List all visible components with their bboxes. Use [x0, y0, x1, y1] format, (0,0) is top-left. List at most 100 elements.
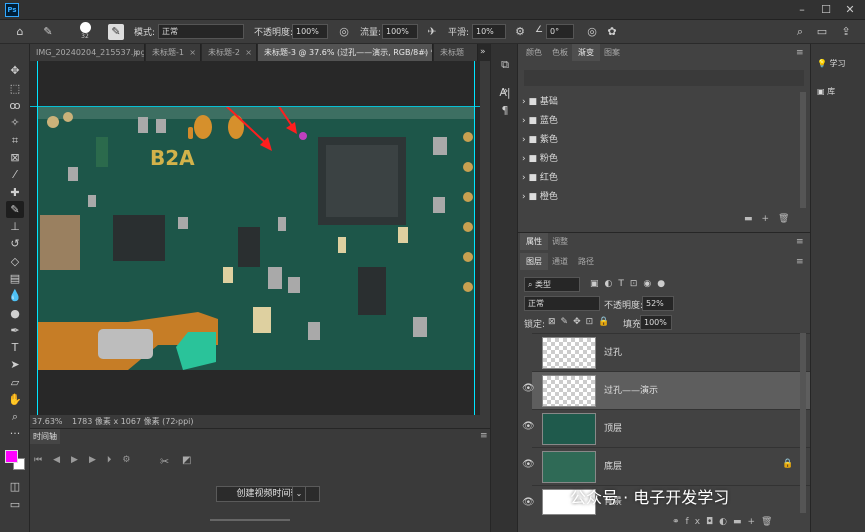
learn-panel-button[interactable]: 💡 学习 — [817, 54, 863, 74]
tab-adjustments[interactable]: 调整 — [546, 233, 574, 250]
minimize-icon[interactable]: – — [792, 2, 812, 18]
brush-settings-icon[interactable]: ✎ — [108, 24, 124, 40]
blur-tool-icon[interactable]: 💧 — [6, 287, 24, 304]
eye-icon[interactable]: 👁 — [522, 383, 536, 394]
character-panel-icon[interactable]: A| — [496, 84, 514, 102]
folder-row[interactable]: › ■ 紫色 — [522, 131, 802, 150]
smoothing-gear-icon[interactable]: ⚙ — [512, 24, 528, 40]
opacity-field[interactable]: 100% — [292, 24, 328, 39]
doc-tab[interactable]: 未标题-2 × — [202, 44, 257, 61]
eyedropper-tool-icon[interactable]: ⁄ — [6, 166, 24, 183]
quick-select-tool-icon[interactable]: ✧ — [6, 114, 24, 131]
chevron-right-icon[interactable]: › — [522, 192, 526, 202]
zoom-tool-icon[interactable]: ⌕ — [6, 408, 24, 425]
panel-menu-icon[interactable]: ≡ — [796, 48, 804, 58]
layer-row[interactable]: 过孔 — [532, 333, 810, 371]
layer-name[interactable]: 过孔 — [604, 345, 622, 358]
eraser-tool-icon[interactable]: ◇ — [6, 253, 24, 270]
panel-footer-icons[interactable]: ▬+🗑 — [744, 214, 798, 224]
status-menu-icon[interactable]: › — [175, 415, 178, 428]
smooth-field[interactable]: 10% — [472, 24, 506, 39]
eye-icon[interactable]: 👁 — [522, 421, 536, 432]
lasso-tool-icon[interactable]: ꝏ — [6, 97, 24, 114]
gradient-tool-icon[interactable]: ▤ — [6, 270, 24, 287]
tab-layers[interactable]: 图层 — [520, 253, 548, 270]
panel-menu-icon[interactable]: ≡ — [480, 431, 488, 441]
tab-color[interactable]: 颜色 — [520, 44, 548, 61]
home-icon[interactable]: ⌂ — [12, 24, 28, 40]
tab-close-icon[interactable]: × — [133, 44, 140, 61]
layer-filter-icons[interactable]: ▣◐T⊡◉● — [590, 279, 671, 289]
chevron-right-icon[interactable]: › — [522, 135, 526, 145]
layers-footer-icons[interactable]: ⚭fx◘◐▬+🗑 — [672, 517, 778, 527]
dodge-tool-icon[interactable]: ● — [6, 305, 24, 322]
doc-tab[interactable]: IMG_20240204_215537.jpg × — [30, 44, 145, 61]
tab-gradients[interactable]: 渐变 — [572, 44, 600, 61]
layer-name[interactable]: 底层 — [604, 459, 622, 472]
tab-paths[interactable]: 路径 — [572, 253, 600, 270]
close-icon[interactable]: ✕ — [840, 2, 860, 18]
panel-scrollbar[interactable] — [800, 92, 806, 208]
chevron-right-icon[interactable]: › — [522, 173, 526, 183]
search-icon[interactable]: ⌕ — [792, 24, 808, 40]
pen-tool-icon[interactable]: ✒ — [6, 322, 24, 339]
layer-name[interactable]: 过孔——演示 — [604, 383, 658, 396]
more-tabs-icon[interactable]: » — [480, 44, 486, 61]
pressure-size-icon[interactable]: ◎ — [584, 24, 600, 40]
path-select-icon[interactable]: ➤ — [6, 356, 24, 373]
doc-tab[interactable]: 未标题-1 × — [146, 44, 201, 61]
airbrush-icon[interactable]: ✈ — [424, 24, 440, 40]
tab-close-icon[interactable]: × — [245, 44, 252, 61]
history-brush-icon[interactable]: ↺ — [6, 235, 24, 252]
quick-mask-icon[interactable]: ◫ — [6, 478, 24, 495]
stamp-tool-icon[interactable]: ⊥ — [6, 218, 24, 235]
marquee-tool-icon[interactable]: ⬚ — [6, 80, 24, 97]
panel-menu-icon[interactable]: ≡ — [796, 237, 804, 247]
eye-icon[interactable]: 👁 — [522, 497, 536, 508]
pressure-opacity-icon[interactable]: ◎ — [336, 24, 352, 40]
chevron-right-icon[interactable]: › — [522, 97, 526, 107]
layer-opacity-field[interactable]: 52% — [642, 296, 674, 311]
crop-tool-icon[interactable]: ⌗ — [6, 132, 24, 149]
tab-properties[interactable]: 属性 — [520, 233, 548, 250]
folder-row[interactable]: › ■ 红色 — [522, 169, 802, 188]
history-icon[interactable]: ⧉ — [496, 56, 514, 74]
healing-brush-icon[interactable]: ✚ — [6, 184, 24, 201]
doc-tab[interactable]: 未标题 — [434, 44, 478, 61]
mode-select[interactable]: 正常 — [158, 24, 244, 39]
screen-mode-icon[interactable]: ▭ — [6, 496, 24, 513]
tab-close-icon[interactable]: × — [189, 44, 196, 61]
brush-preset-picker[interactable]: 32 — [76, 22, 94, 42]
zoom-readout[interactable]: 37.63% — [32, 415, 63, 428]
shape-tool-icon[interactable]: ▱ — [6, 374, 24, 391]
chevron-right-icon[interactable]: › — [522, 154, 526, 164]
frame-tool-icon[interactable]: ⊠ — [6, 149, 24, 166]
hand-tool-icon[interactable]: ✋ — [6, 391, 24, 408]
layers-scrollbar[interactable] — [800, 333, 806, 513]
folder-row[interactable]: › ■ 蓝色 — [522, 112, 802, 131]
fill-field[interactable]: 100% — [640, 315, 672, 330]
move-tool-icon[interactable]: ✥ — [6, 62, 24, 79]
foreground-color-swatch[interactable] — [5, 450, 18, 463]
eye-icon[interactable]: 👁 — [522, 459, 536, 470]
layer-row[interactable]: 👁 底层 🔒 — [522, 447, 810, 485]
folder-row[interactable]: › ■ 基础 — [522, 93, 802, 112]
tab-patterns[interactable]: 图案 — [598, 44, 626, 61]
folder-row[interactable]: › ■ 橙色 — [522, 188, 802, 207]
flow-field[interactable]: 100% — [382, 24, 418, 39]
brush-tool-icon[interactable]: ✎ — [6, 201, 24, 218]
folder-row[interactable]: › ■ 粉色 — [522, 150, 802, 169]
paragraph-icon[interactable]: ¶ — [496, 102, 514, 120]
layer-filter-select[interactable]: ⌕ 类型 — [524, 277, 580, 292]
angle-field[interactable]: 0° — [546, 24, 574, 39]
tab-swatches[interactable]: 色板 — [546, 44, 574, 61]
brush-tool-icon[interactable]: ✎ — [40, 24, 56, 40]
more-tools-icon[interactable]: ··· — [6, 425, 24, 442]
layer-row[interactable]: 👁 顶层 — [522, 409, 810, 447]
workspace-icon[interactable]: ▭ — [814, 24, 830, 40]
layer-row-selected[interactable]: 👁 过孔——演示 — [522, 371, 810, 409]
tab-close-icon[interactable]: × — [421, 44, 428, 61]
vertical-scrollbar[interactable] — [480, 61, 490, 415]
guide-line[interactable] — [474, 61, 475, 415]
timeline-tab[interactable]: 时间轴 — [30, 429, 60, 444]
